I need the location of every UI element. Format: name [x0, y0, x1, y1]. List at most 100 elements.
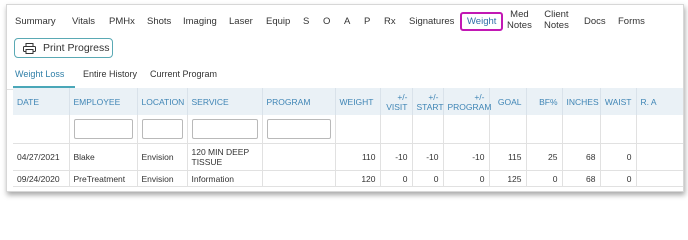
col-header-start-l2: START [416, 101, 444, 112]
nav-tab-med-notes-line1: Med [510, 9, 529, 20]
nav-tab-client-notes[interactable]: Client Notes [544, 9, 569, 31]
col-header-program-change[interactable]: +/- PROGRAM [443, 88, 492, 115]
filter-cell-empty [443, 115, 490, 144]
filter-cell-empty [526, 115, 563, 144]
nav-tab-summary[interactable]: Summary [15, 16, 56, 27]
subtab-weight-loss[interactable]: Weight Loss [15, 69, 64, 79]
nav-tab-s[interactable]: S [303, 16, 309, 27]
col-header-goal[interactable]: GOAL [489, 88, 527, 115]
filter-cell-empty [600, 115, 637, 144]
cell-program-change: 0 [443, 170, 490, 187]
cell-service-l2: TISSUE [191, 157, 223, 167]
subtab-entire-history[interactable]: Entire History [83, 69, 137, 79]
nav-tab-forms[interactable]: Forms [618, 16, 645, 27]
cell-service-l1: 120 MIN DEEP [191, 147, 250, 157]
col-header-weight[interactable]: WEIGHT [335, 88, 381, 115]
cell-location: Envision [137, 143, 188, 171]
nav-tab-equip[interactable]: Equip [266, 16, 290, 27]
weight-history-table: DATE EMPLOYEE LOCATION SERVICE PROGRAM W… [13, 88, 683, 187]
cell-employee: PreTreatment [69, 170, 138, 187]
nav-tab-weight[interactable]: Weight [460, 12, 504, 31]
filter-cell-date [13, 115, 70, 144]
cell-r-a [636, 143, 683, 171]
col-header-location[interactable]: LOCATION [137, 88, 188, 115]
col-header-inches[interactable]: INCHES [562, 88, 601, 115]
col-header-program-change-l1: +/- [474, 91, 485, 102]
filter-program-input[interactable] [266, 119, 331, 139]
cell-goal: 125 [489, 170, 527, 187]
filter-cell-empty [562, 115, 601, 144]
filter-cell-program [262, 115, 336, 144]
nav-tab-a[interactable]: A [344, 16, 350, 27]
nav-tab-rx[interactable]: Rx [384, 16, 396, 27]
cell-service: 120 MIN DEEP TISSUE [187, 143, 263, 171]
table-header-row: DATE EMPLOYEE LOCATION SERVICE PROGRAM W… [13, 88, 683, 115]
cell-start: -10 [412, 143, 444, 171]
print-progress-button[interactable]: Print Progress [14, 38, 113, 58]
col-header-start[interactable]: +/- START [412, 88, 444, 115]
col-header-program-change-l2: PROGRAM [447, 101, 492, 112]
filter-cell-empty [412, 115, 444, 144]
col-header-r-a[interactable]: R. A [636, 88, 683, 115]
nav-tab-vitals[interactable]: Vitals [72, 16, 95, 27]
filter-service-input[interactable] [191, 119, 258, 139]
nav-tab-med-notes-line2: Notes [507, 20, 532, 31]
nav-tab-client-notes-line2: Notes [544, 20, 569, 31]
filter-cell-empty [489, 115, 527, 144]
cell-inches: 68 [562, 143, 601, 171]
nav-tab-o[interactable]: O [323, 16, 330, 27]
chart-nav-bar: Summary Vitals PMHx Shots Imaging Laser … [7, 5, 683, 35]
weight-subtabs: Weight Loss Entire History Current Progr… [7, 63, 683, 90]
nav-tab-imaging[interactable]: Imaging [183, 16, 217, 27]
cell-service: Information [187, 170, 263, 187]
filter-cell-empty [380, 115, 413, 144]
col-header-visit[interactable]: +/- VISIT [380, 88, 413, 115]
table-row[interactable]: 09/24/2020 PreTreatment Envision Informa… [13, 170, 683, 187]
cell-visit: 0 [380, 170, 413, 187]
filter-location-input[interactable] [141, 119, 183, 139]
filter-cell-empty [335, 115, 381, 144]
subtab-current-program[interactable]: Current Program [150, 69, 217, 79]
cell-weight: 110 [335, 143, 381, 171]
cell-employee: Blake [69, 143, 138, 171]
nav-tab-shots[interactable]: Shots [147, 16, 171, 27]
col-header-date[interactable]: DATE [13, 88, 70, 115]
table-row[interactable]: 04/27/2021 Blake Envision 120 MIN DEEP TI… [13, 143, 683, 171]
nav-tab-docs[interactable]: Docs [584, 16, 606, 27]
col-header-program[interactable]: PROGRAM [262, 88, 336, 115]
patient-chart-panel: Summary Vitals PMHx Shots Imaging Laser … [6, 4, 684, 192]
cell-waist: 0 [600, 143, 637, 171]
cell-date: 09/24/2020 [13, 170, 70, 187]
filter-row [13, 115, 683, 144]
cell-program-change: -10 [443, 143, 490, 171]
cell-location: Envision [137, 170, 188, 187]
cell-r-a [636, 170, 683, 187]
nav-tab-client-notes-line1: Client [544, 9, 569, 20]
filter-cell-empty [636, 115, 683, 144]
cell-program [262, 143, 336, 171]
filter-cell-location [137, 115, 188, 144]
col-header-waist[interactable]: WAIST [600, 88, 637, 115]
printer-icon [23, 42, 36, 54]
nav-tab-med-notes[interactable]: Med Notes [507, 9, 532, 31]
cell-visit: -10 [380, 143, 413, 171]
col-header-bf[interactable]: BF% [526, 88, 563, 115]
col-header-service[interactable]: SERVICE [187, 88, 263, 115]
nav-tab-signatures[interactable]: Signatures [409, 16, 454, 27]
nav-tab-pmhx[interactable]: PMHx [109, 16, 135, 27]
print-progress-label: Print Progress [43, 42, 110, 54]
cell-waist: 0 [600, 170, 637, 187]
filter-cell-employee [69, 115, 138, 144]
col-header-visit-l1: +/- [397, 91, 408, 102]
filter-cell-service [187, 115, 263, 144]
cell-bf: 0 [526, 170, 563, 187]
col-header-employee[interactable]: EMPLOYEE [69, 88, 138, 115]
col-header-start-l1: +/- [428, 91, 439, 102]
cell-date: 04/27/2021 [13, 143, 70, 171]
cell-program [262, 170, 336, 187]
nav-tab-p[interactable]: P [364, 16, 370, 27]
filter-employee-input[interactable] [73, 119, 133, 139]
cell-inches: 68 [562, 170, 601, 187]
nav-tab-laser[interactable]: Laser [229, 16, 253, 27]
cell-start: 0 [412, 170, 444, 187]
